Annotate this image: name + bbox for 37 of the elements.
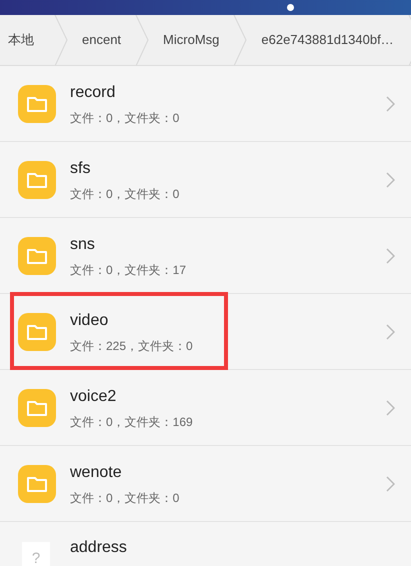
chevron-right-icon [386, 476, 395, 492]
list-row[interactable]: sns 文件：0，文件夹：17 [0, 218, 411, 294]
folder-icon [18, 464, 56, 502]
list-row[interactable]: voice2 文件：0，文件夹：169 [0, 370, 411, 446]
folder-name[interactable]: video [70, 308, 386, 332]
folder-icon [18, 236, 56, 274]
chevron-right-icon [386, 324, 395, 340]
list-row[interactable]: sfs 文件：0，文件夹：0 [0, 142, 411, 218]
chevron-right-icon [386, 400, 395, 416]
breadcrumb[interactable]: MicroMsg [149, 30, 234, 50]
folder-name[interactable]: voice2 [70, 384, 386, 408]
folder-icon [18, 160, 56, 198]
breadcrumb[interactable]: 本地 [0, 30, 54, 50]
folder-info: 文件：225，文件夹：0 [70, 338, 194, 354]
folder-icon [18, 84, 56, 122]
list-row[interactable]: record 文件：0，文件夹：0 [0, 66, 411, 142]
folder-info: 文件：0，文件夹：0 [70, 490, 180, 506]
chevron-right-icon [386, 248, 395, 264]
folder-name[interactable]: record [70, 80, 386, 104]
breadcrumb[interactable]: e62e743881d1340bf… [247, 30, 408, 50]
folder-name[interactable]: wenote [70, 460, 386, 484]
folder-info: 文件：0，文件夹：17 [70, 262, 188, 278]
list-row[interactable]: wenote 文件：0，文件夹：0 [0, 446, 411, 522]
chevron-right-icon [386, 172, 395, 188]
folder-name[interactable]: sfs [70, 156, 386, 180]
folder-name[interactable]: address [70, 536, 395, 560]
folder-name[interactable]: sns [70, 232, 386, 256]
folder-info: 文件：0，文件夹：0 [70, 110, 180, 126]
folder-icon [18, 388, 56, 426]
folder-info: 文件：0，文件夹：169 [70, 414, 194, 430]
list-row[interactable]: ? address [0, 522, 411, 566]
folder-info: 文件：0，文件夹：0 [70, 186, 180, 202]
list-row[interactable]: video 文件：225，文件夹：0 [0, 294, 411, 370]
unknown-file-icon: ? [22, 542, 50, 566]
chevron-right-icon [386, 96, 395, 112]
breadcrumb[interactable]: encent [68, 30, 136, 50]
folder-icon [18, 312, 56, 350]
